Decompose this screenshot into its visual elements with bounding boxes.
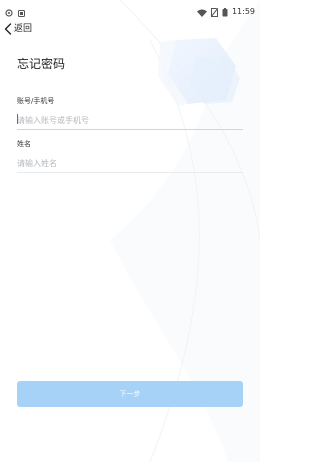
chevron-left-icon: [4, 20, 12, 39]
status-time: 11:59: [231, 6, 255, 16]
page-title: 忘记密码: [17, 57, 66, 71]
no-sim-icon: [210, 2, 219, 21]
wifi-icon: [196, 2, 207, 21]
back-label: 返回: [14, 24, 33, 34]
name-label: 姓名: [17, 140, 31, 148]
account-field: 账号/手机号: [17, 96, 243, 130]
name-field: 姓名: [17, 139, 243, 173]
text-cursor: [17, 114, 18, 124]
battery-icon: [222, 2, 228, 21]
account-label: 账号/手机号: [17, 97, 55, 105]
status-bar: 11:59: [0, 0, 260, 18]
name-input[interactable]: [17, 154, 243, 173]
sim-notification-icon: [18, 2, 25, 21]
hexagon-decoration: [168, 38, 236, 104]
back-button[interactable]: 返回: [4, 22, 32, 36]
next-step-button[interactable]: 下一步: [17, 381, 243, 407]
account-input[interactable]: [17, 111, 243, 130]
app-notification-icon: [5, 2, 13, 21]
